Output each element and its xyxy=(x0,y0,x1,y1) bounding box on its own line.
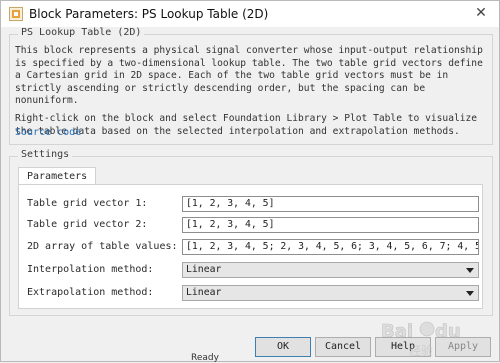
description-group-title: PS Lookup Table (2D) xyxy=(18,27,145,38)
tab-parameters[interactable]: Parameters xyxy=(18,167,97,185)
param-row-interpolation: Interpolation method: Linear xyxy=(27,262,479,278)
interpolation-method-label: Interpolation method: xyxy=(27,264,154,275)
extrapolation-method-label: Extrapolation method: xyxy=(27,287,154,298)
description-paragraph-1: This block represents a physical signal … xyxy=(15,45,483,107)
grid-vector-1-field[interactable]: [1, 2, 3, 4, 5] xyxy=(182,196,479,212)
close-icon[interactable]: ✕ xyxy=(473,5,489,21)
baidu-watermark-logo: Bai du 经验 xyxy=(379,313,489,359)
parameters-panel: Table grid vector 1: [1, 2, 3, 4, 5] Tab… xyxy=(18,184,483,309)
grid-vector-2-field[interactable]: [1, 2, 3, 4, 5] xyxy=(182,217,479,233)
extrapolation-method-value: Linear xyxy=(186,287,222,298)
cancel-button[interactable]: Cancel xyxy=(315,337,371,357)
simulink-block-icon xyxy=(9,7,23,21)
window-title: Block Parameters: PS Lookup Table (2D) xyxy=(29,7,269,21)
extrapolation-method-select[interactable]: Linear xyxy=(182,285,479,301)
param-row-table-values: 2D array of table values: [1, 2, 3, 4, 5… xyxy=(27,239,479,255)
table-values-label: 2D array of table values: xyxy=(27,241,178,252)
block-parameters-dialog: Block Parameters: PS Lookup Table (2D) ✕… xyxy=(0,0,500,363)
interpolation-method-select[interactable]: Linear xyxy=(182,262,479,278)
source-code-link[interactable]: Source code xyxy=(15,127,81,138)
chevron-down-icon xyxy=(466,268,474,273)
title-bar[interactable]: Block Parameters: PS Lookup Table (2D) ✕ xyxy=(1,1,499,27)
description-paragraph-2: Right-click on the block and select Foun… xyxy=(15,112,478,137)
grid-vector-2-label: Table grid vector 2: xyxy=(27,219,148,230)
chevron-down-icon xyxy=(466,291,474,296)
svg-text:du: du xyxy=(435,321,461,342)
grid-vector-1-label: Table grid vector 1: xyxy=(27,198,148,209)
param-row-grid-vector-2: Table grid vector 2: [1, 2, 3, 4, 5] xyxy=(27,217,479,233)
settings-group-title: Settings xyxy=(18,149,73,160)
interpolation-method-value: Linear xyxy=(186,264,222,275)
svg-text:经验: 经验 xyxy=(409,343,433,358)
table-values-field[interactable]: [1, 2, 3, 4, 5; 2, 3, 4, 5, 6; 3, 4, 5, … xyxy=(182,239,479,255)
param-row-extrapolation: Extrapolation method: Linear xyxy=(27,285,479,301)
param-row-grid-vector-1: Table grid vector 1: [1, 2, 3, 4, 5] xyxy=(27,196,479,212)
block-description: This block represents a physical signal … xyxy=(15,45,485,138)
svg-text:Bai: Bai xyxy=(381,321,413,342)
